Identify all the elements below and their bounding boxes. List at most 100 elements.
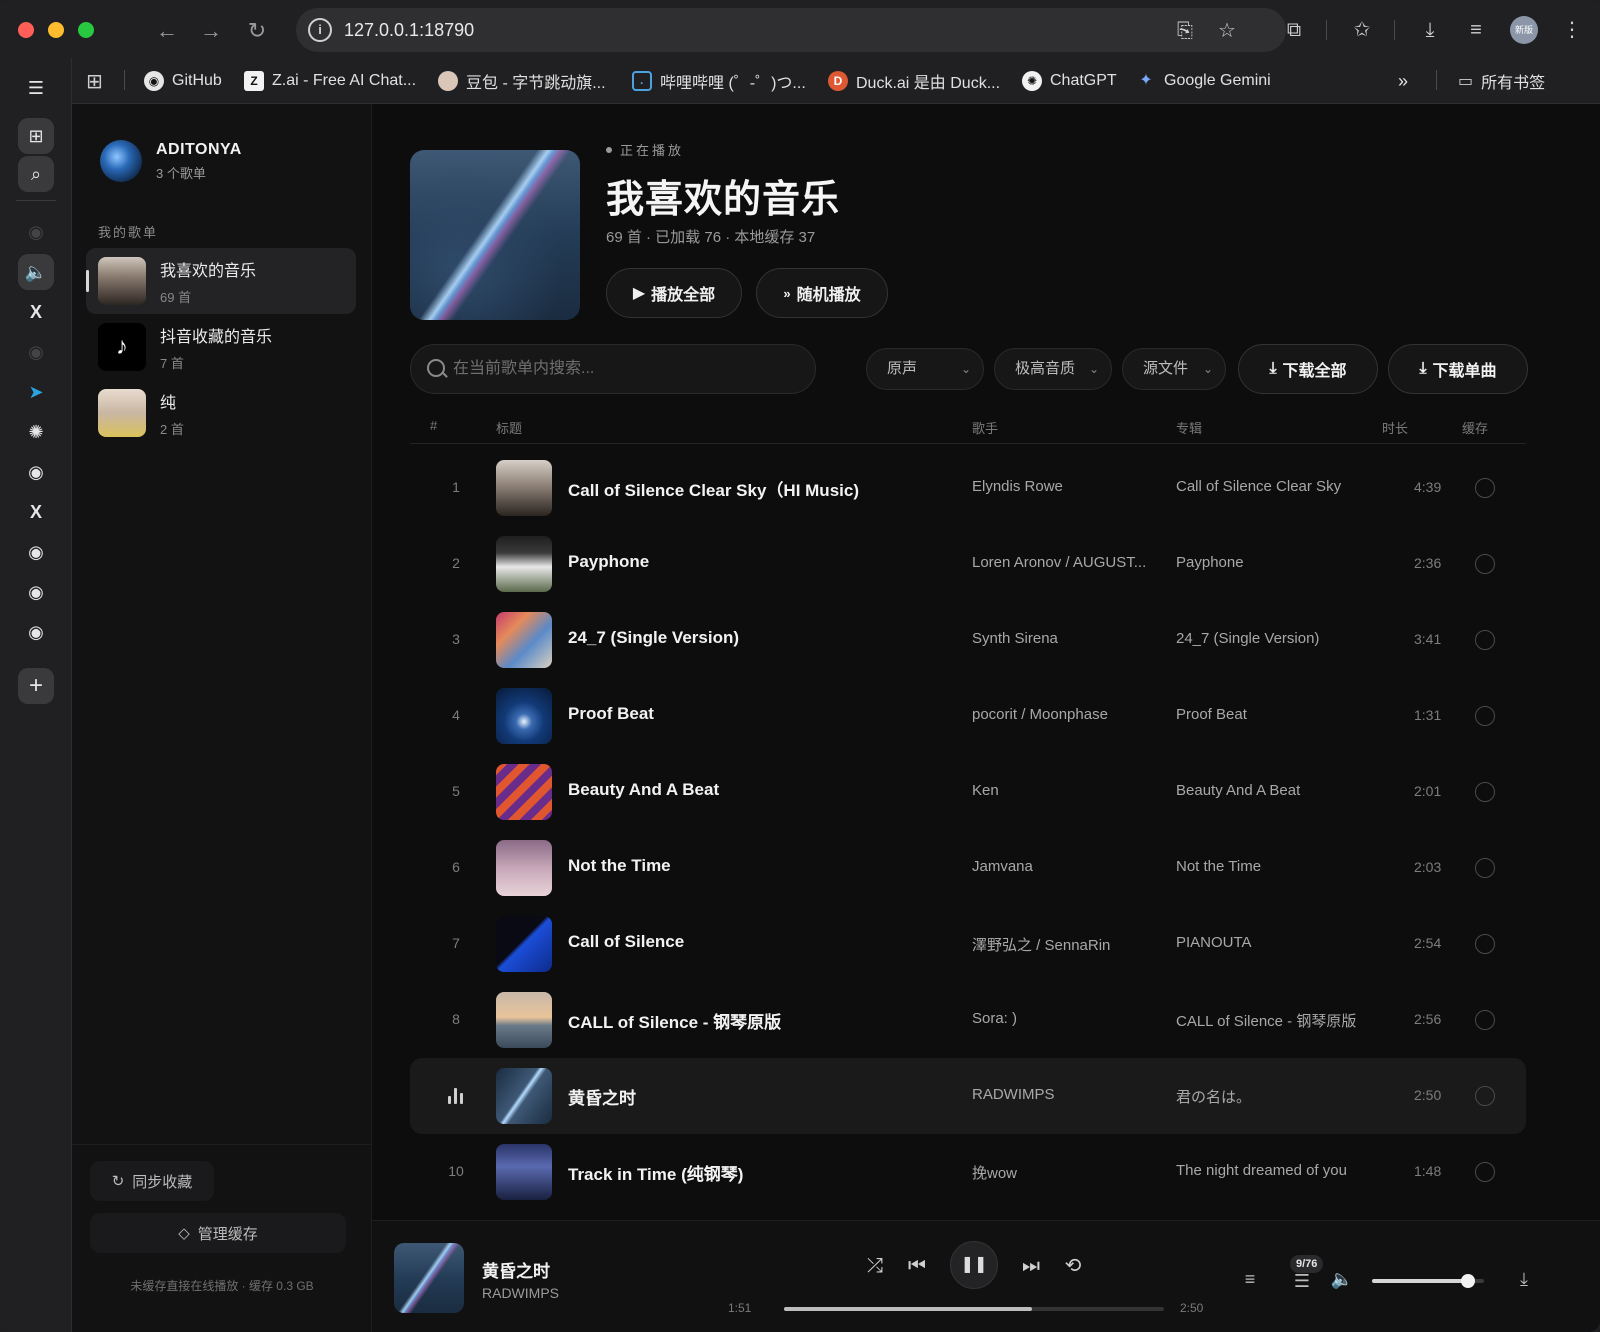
back-icon[interactable]: ← xyxy=(152,16,182,46)
cache-status-icon[interactable] xyxy=(1475,1010,1495,1030)
lyrics-icon[interactable]: ≡ xyxy=(1238,1267,1262,1291)
github-icon[interactable]: ◉ xyxy=(18,334,54,370)
address-bar[interactable]: i 127.0.0.1:18790 ⎘ ☆ xyxy=(296,8,1286,52)
track-album[interactable]: 君の名は。 xyxy=(1176,1086,1251,1107)
shuffle-play-button[interactable]: » 随机播放 xyxy=(756,268,888,318)
repeat-icon[interactable]: ⟲ xyxy=(1058,1251,1088,1281)
header-album[interactable]: 专辑 xyxy=(1176,418,1202,437)
now-playing-title[interactable]: 黄昏之时 xyxy=(482,1257,550,1282)
voice-select[interactable]: 原声 ⌄ xyxy=(866,348,984,390)
cache-status-icon[interactable] xyxy=(1475,1086,1495,1106)
table-row[interactable]: 黄昏之时 RADWIMPS 君の名は。 2:50 xyxy=(410,1058,1526,1134)
playlist-item-douyin[interactable]: ♪ 抖音收藏的音乐 7 首 xyxy=(86,314,356,380)
track-artist[interactable]: Elyndis Rowe xyxy=(972,478,1162,495)
github-icon[interactable]: ◉ xyxy=(18,614,54,650)
cache-status-icon[interactable] xyxy=(1475,554,1495,574)
track-album[interactable]: The night dreamed of you xyxy=(1176,1162,1347,1179)
extensions-icon[interactable]: ⧉ xyxy=(1280,16,1308,44)
cache-status-icon[interactable] xyxy=(1475,934,1495,954)
more-menu-icon[interactable]: ⋮ xyxy=(1558,16,1586,44)
table-row[interactable]: 5 Beauty And A Beat Ken Beauty And A Beat 2:… xyxy=(410,754,1526,830)
table-row[interactable]: 7 Call of Silence 澤野弘之 / SennaRin PIANOUTA 2… xyxy=(410,906,1526,982)
playlist-item-liked[interactable]: 我喜欢的音乐 69 首 xyxy=(86,248,356,314)
track-artist[interactable]: pocorit / Moonphase xyxy=(972,706,1162,723)
table-row[interactable]: 2 Payphone Loren Aronov / AUGUST... Payphon… xyxy=(410,526,1526,602)
track-artist[interactable]: 澤野弘之 / SennaRin xyxy=(972,934,1162,955)
tab-search-icon[interactable]: ⌕ xyxy=(18,156,54,192)
x-icon[interactable]: X xyxy=(18,494,54,530)
bookmark-zai[interactable]: Z Z.ai - Free AI Chat... xyxy=(244,68,416,94)
track-artist[interactable]: RADWIMPS xyxy=(972,1086,1162,1103)
minimize-window-button[interactable] xyxy=(48,22,64,38)
cache-status-icon[interactable] xyxy=(1475,1162,1495,1182)
track-album[interactable]: Beauty And A Beat xyxy=(1176,782,1300,799)
track-artist[interactable]: Loren Aronov / AUGUST... xyxy=(972,554,1162,571)
sync-favorites-button[interactable]: ↻ 同步收藏 xyxy=(90,1161,214,1201)
track-artist[interactable]: Jamvana xyxy=(972,858,1162,875)
bookmark-star-icon[interactable]: ☆ xyxy=(1214,18,1240,44)
tab-grid-icon[interactable]: ⊞ xyxy=(18,118,54,154)
now-playing-artist[interactable]: RADWIMPS xyxy=(482,1285,559,1301)
bookmark-duckai[interactable]: D Duck.ai 是由 Duck... xyxy=(828,68,1000,94)
github-icon[interactable]: ◉ xyxy=(18,454,54,490)
user-profile[interactable]: ADITONYA 3 个歌单 xyxy=(100,140,242,182)
download-icon[interactable]: ⤓ xyxy=(1512,1267,1536,1291)
cache-status-icon[interactable] xyxy=(1475,782,1495,802)
track-album[interactable]: CALL of Silence - 钢琴原版 xyxy=(1176,1010,1356,1031)
install-app-icon[interactable]: ⎘ xyxy=(1172,18,1198,44)
apps-icon[interactable]: ⊞ xyxy=(86,68,103,94)
play-all-button[interactable]: ▶ 播放全部 xyxy=(606,268,742,318)
track-artist[interactable]: Synth Sirena xyxy=(972,630,1162,647)
site-info-icon[interactable]: i xyxy=(308,18,332,42)
header-duration[interactable]: 时长 xyxy=(1382,418,1408,437)
track-album[interactable]: Not the Time xyxy=(1176,858,1261,875)
profile-avatar[interactable]: 新版 xyxy=(1510,16,1538,44)
track-artist[interactable]: Ken xyxy=(972,782,1162,799)
bookmark-chatgpt[interactable]: ✺ ChatGPT xyxy=(1022,68,1117,94)
table-row[interactable]: 3 24_7 (Single Version) Synth Sirena 24_7 (… xyxy=(410,602,1526,678)
close-window-button[interactable] xyxy=(18,22,34,38)
manage-cache-button[interactable]: ◇ 管理缓存 xyxy=(90,1213,346,1253)
header-artist[interactable]: 歌手 xyxy=(972,418,998,437)
table-row[interactable]: 1 Call of Silence Clear Sky（HI Music) Elyn… xyxy=(410,450,1526,526)
header-title[interactable]: 标题 xyxy=(496,418,522,437)
speaker-icon[interactable]: 🔈 xyxy=(18,254,54,290)
table-row[interactable]: 6 Not the Time Jamvana Not the Time 2:03 xyxy=(410,830,1526,906)
toggle-panel-icon[interactable]: ☰ xyxy=(18,70,54,106)
progress-bar[interactable] xyxy=(784,1307,1164,1311)
media-controls-icon[interactable]: ≡ xyxy=(1462,16,1490,44)
bookmark-bilibili[interactable]: · 哔哩哔哩 (゜-゜)つ... xyxy=(632,68,806,94)
github-icon[interactable]: ◉ xyxy=(18,534,54,570)
download-all-button[interactable]: ⤓ 下载全部 xyxy=(1238,344,1378,394)
add-panel-icon[interactable]: + xyxy=(18,668,54,704)
shuffle-icon[interactable]: ⤮ xyxy=(860,1251,890,1281)
cache-status-icon[interactable] xyxy=(1475,630,1495,650)
search-input[interactable] xyxy=(453,345,803,393)
queue-icon[interactable]: ☰ xyxy=(1290,1269,1314,1293)
volume-slider[interactable] xyxy=(1372,1274,1484,1288)
next-icon[interactable]: ⏭ xyxy=(1016,1251,1046,1281)
bookmark-doubao[interactable]: 豆包 - 字节跳动旗... xyxy=(438,68,606,94)
x-icon[interactable]: X xyxy=(18,294,54,330)
bookmark-gemini[interactable]: ✦ Google Gemini xyxy=(1136,68,1270,94)
quality-select[interactable]: 极高音质 ⌄ xyxy=(994,348,1112,390)
track-artist[interactable]: Sora: ) xyxy=(972,1010,1162,1027)
playlist-item-pure[interactable]: 纯 2 首 xyxy=(86,380,356,446)
previous-icon[interactable]: ⏮ xyxy=(902,1251,932,1281)
telegram-icon[interactable]: ➤ xyxy=(18,374,54,410)
downloads-icon[interactable]: ⤓ xyxy=(1416,16,1444,44)
all-bookmarks-button[interactable]: ▭ 所有书签 xyxy=(1458,68,1545,94)
zoom-window-button[interactable] xyxy=(78,22,94,38)
source-select[interactable]: 源文件 ⌄ xyxy=(1122,348,1226,390)
now-playing-cover[interactable] xyxy=(394,1243,464,1313)
reload-icon[interactable]: ↻ xyxy=(242,16,272,46)
playlist-search[interactable] xyxy=(410,344,816,394)
volume-handle[interactable] xyxy=(1461,1274,1476,1288)
cache-status-icon[interactable] xyxy=(1475,858,1495,878)
cache-status-icon[interactable] xyxy=(1475,478,1495,498)
bookmarks-overflow-icon[interactable]: » xyxy=(1398,68,1408,94)
bookmarks-manager-icon[interactable]: ✩ xyxy=(1348,16,1376,44)
cache-status-icon[interactable] xyxy=(1475,706,1495,726)
download-single-button[interactable]: ⤓ 下载单曲 xyxy=(1388,344,1528,394)
github-icon[interactable]: ◉ xyxy=(18,214,54,250)
